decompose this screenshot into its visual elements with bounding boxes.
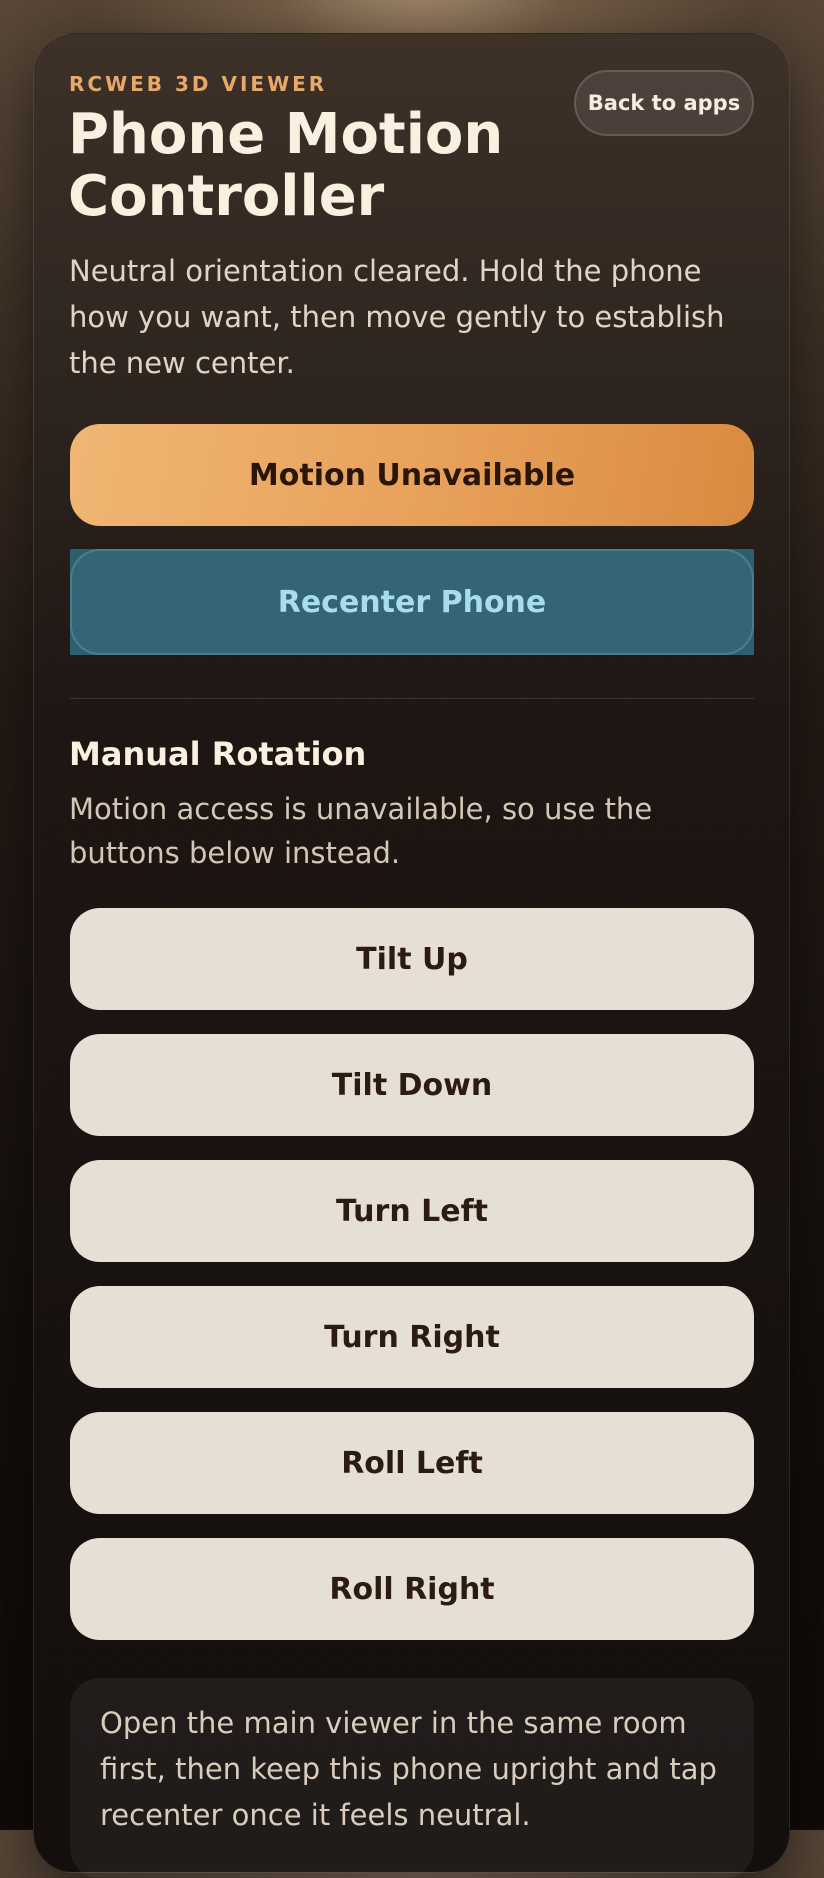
manual-rotation-description: Motion access is unavailable, so use the… xyxy=(69,792,653,870)
turn-left-button[interactable]: Turn Left xyxy=(70,1160,754,1262)
turn-right-button[interactable]: Turn Right xyxy=(70,1286,754,1388)
tip-text: Open the main viewer in the same room fi… xyxy=(100,1706,717,1832)
tilt-up-button[interactable]: Tilt Up xyxy=(70,908,754,1010)
motion-unavailable-button[interactable]: Motion Unavailable xyxy=(70,424,754,526)
manual-rotation-title: Manual Rotation xyxy=(69,735,367,773)
page-title: Phone Motion Controller xyxy=(68,102,504,229)
tilt-down-button[interactable]: Tilt Down xyxy=(70,1034,754,1136)
recenter-button-wrapper: Recenter Phone xyxy=(70,549,754,655)
back-to-apps-button[interactable]: Back to apps xyxy=(574,70,754,136)
tip-panel: Open the main viewer in the same room fi… xyxy=(70,1678,754,1878)
roll-right-button[interactable]: Roll Right xyxy=(70,1538,754,1640)
roll-left-button[interactable]: Roll Left xyxy=(70,1412,754,1514)
status-message: Neutral orientation cleared. Hold the ph… xyxy=(69,254,725,380)
recenter-phone-button[interactable]: Recenter Phone xyxy=(70,549,754,655)
section-divider xyxy=(70,698,754,699)
app-eyebrow: RCWEB 3D VIEWER xyxy=(69,72,328,96)
